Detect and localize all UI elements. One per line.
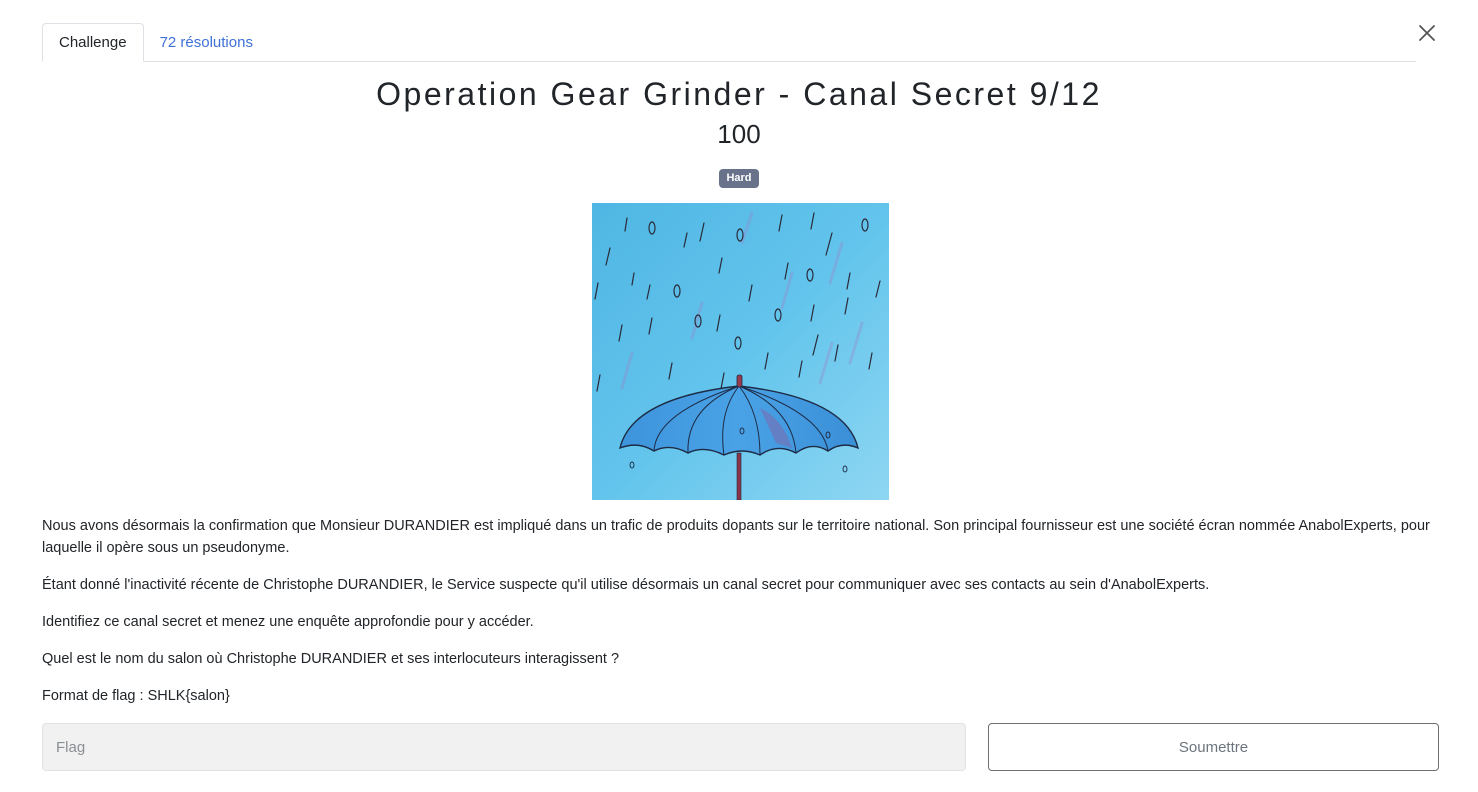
submit-button[interactable]: Soumettre — [988, 723, 1439, 771]
tab-challenge[interactable]: Challenge — [42, 23, 144, 62]
description-paragraph-4: Quel est le nom du salon où Christophe D… — [42, 651, 620, 667]
tab-solves[interactable]: 72 résolutions — [144, 23, 269, 61]
challenge-title: Operation Gear Grinder - Canal Secret 9/… — [376, 76, 1102, 112]
challenge-modal: Challenge 72 résolutions Operation Gear … — [0, 0, 1478, 792]
difficulty-badge: Hard — [719, 169, 759, 188]
description-paragraph-5: Format de flag : SHLK{salon} — [42, 688, 230, 704]
description-paragraph-2: Étant donné l'inactivité récente de Chri… — [42, 577, 1210, 593]
close-button[interactable] — [1414, 20, 1440, 46]
description-paragraph-1: Nous avons désormais la confirmation que… — [42, 518, 1430, 556]
challenge-description: Nous avons désormais la confirmation que… — [42, 515, 1438, 722]
difficulty-badge-wrap: Hard — [0, 168, 1478, 188]
challenge-points: 100 — [717, 119, 761, 149]
modal-tabs: Challenge 72 résolutions — [42, 23, 1416, 62]
close-icon — [1419, 25, 1435, 41]
challenge-image — [592, 203, 889, 500]
flag-input[interactable] — [42, 723, 966, 771]
description-paragraph-3: Identifiez ce canal secret et menez une … — [42, 614, 534, 630]
